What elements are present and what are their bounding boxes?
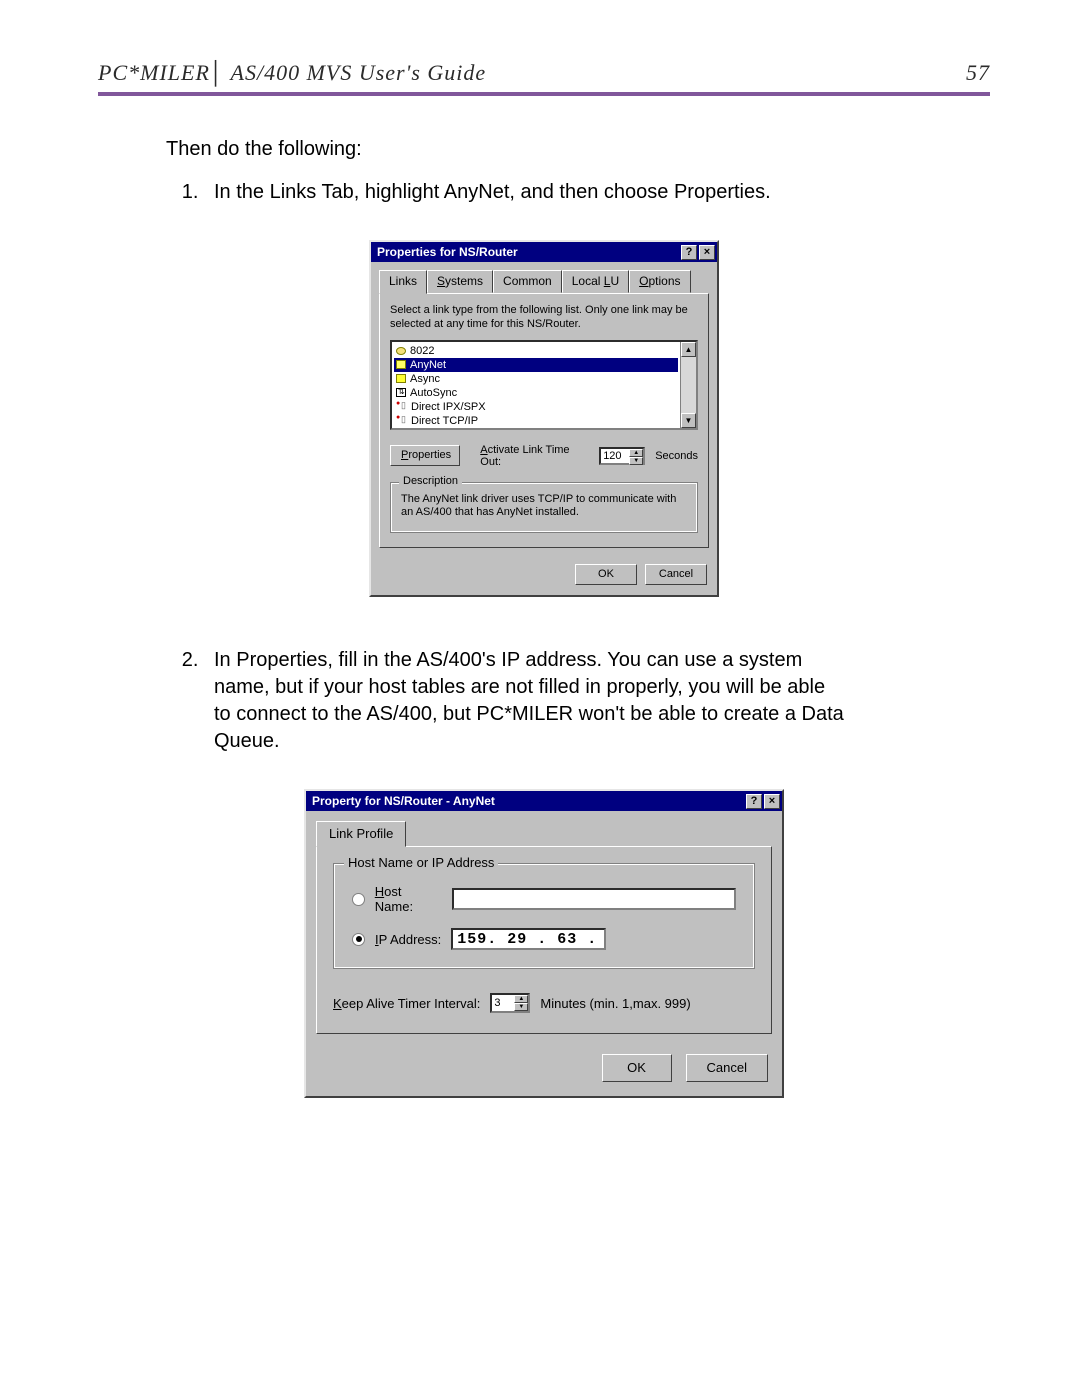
running-title: PC*MILER│ AS/400 MVS User's Guide	[98, 60, 486, 86]
scrollbar[interactable]: ▲ ▼	[680, 342, 696, 428]
ipx-icon	[396, 402, 407, 412]
tab-local-lu[interactable]: Local LU	[562, 270, 629, 293]
ok-button[interactable]: OK	[575, 564, 637, 585]
keepalive-input[interactable]	[492, 995, 514, 1011]
radio-hostname[interactable]	[352, 893, 365, 906]
tabs-row: Links Systems Common Local LU Options	[371, 262, 717, 293]
keepalive-spinner[interactable]: ▲▼	[490, 993, 530, 1013]
timeout-input[interactable]	[601, 449, 629, 463]
autosync-icon	[396, 388, 406, 397]
window-title: Properties for NS/Router	[377, 245, 679, 259]
cancel-button[interactable]: Cancel	[686, 1054, 768, 1082]
dialog-anynet-property: Property for NS/Router - AnyNet ? × Link…	[304, 789, 784, 1098]
page-number: 57	[966, 60, 990, 86]
intro-text: Then do the following:	[166, 136, 886, 163]
timeout-label: Activate Link Time Out:	[480, 444, 589, 468]
spin-up-icon[interactable]: ▲	[629, 449, 643, 457]
anynet-icon	[396, 360, 406, 369]
tab-panel-links: Select a link type from the following li…	[379, 293, 709, 548]
titlebar[interactable]: Properties for NS/Router ? ×	[371, 242, 717, 262]
scroll-up-icon[interactable]: ▲	[681, 342, 696, 357]
link-type-listbox[interactable]: 8022 AnyNet Async AutoSync Direct IPX/SP…	[390, 340, 698, 430]
step-1: In the Links Tab, highlight AnyNet, and …	[204, 179, 844, 206]
tcp-icon	[396, 416, 407, 426]
scroll-track[interactable]	[681, 357, 696, 413]
tab-link-profile[interactable]: Link Profile	[316, 821, 406, 847]
close-icon[interactable]: ×	[764, 794, 780, 809]
timeout-spinner[interactable]: ▲▼	[599, 447, 645, 465]
scroll-down-icon[interactable]: ▼	[681, 413, 696, 428]
tab-options[interactable]: Options	[629, 270, 690, 293]
list-item[interactable]: Direct TCP/IP	[394, 414, 678, 428]
hostname-input[interactable]	[452, 888, 736, 910]
list-item[interactable]: AnyNet	[394, 358, 678, 372]
host-or-ip-fieldset: Host Name or IP Address Host Name: IP Ad…	[333, 863, 755, 969]
spin-up-icon[interactable]: ▲	[514, 995, 528, 1003]
tab-systems[interactable]: Systems	[427, 270, 493, 293]
cancel-button[interactable]: Cancel	[645, 564, 707, 585]
ip-label: IP Address:	[375, 932, 441, 947]
ring-icon	[396, 347, 406, 355]
window-title: Property for NS/Router - AnyNet	[312, 794, 744, 808]
tab-common[interactable]: Common	[493, 270, 562, 293]
help-icon[interactable]: ?	[746, 794, 762, 809]
ok-button[interactable]: OK	[602, 1054, 672, 1082]
timeout-unit: Seconds	[655, 450, 698, 462]
header-rule	[98, 92, 990, 96]
list-item[interactable]: AutoSync	[394, 386, 678, 400]
instruction-text: Select a link type from the following li…	[390, 304, 698, 332]
keepalive-label: Keep Alive Timer Interval:	[333, 996, 480, 1011]
fieldset-legend: Host Name or IP Address	[344, 855, 498, 870]
description-text: The AnyNet link driver uses TCP/IP to co…	[401, 493, 687, 521]
spin-down-icon[interactable]: ▼	[629, 457, 643, 465]
hostname-label: Host Name:	[375, 884, 442, 914]
tab-panel-link-profile: Host Name or IP Address Host Name: IP Ad…	[316, 846, 772, 1034]
close-icon[interactable]: ×	[699, 245, 715, 260]
tab-links[interactable]: Links	[379, 270, 427, 294]
step-2: In Properties, fill in the AS/400's IP a…	[204, 647, 844, 755]
dialog-nsrouter-properties: Properties for NS/Router ? × Links Syste…	[369, 240, 719, 597]
description-legend: Description	[399, 475, 462, 487]
keepalive-unit: Minutes (min. 1,max. 999)	[540, 996, 690, 1011]
radio-ip[interactable]	[352, 933, 365, 946]
spin-down-icon[interactable]: ▼	[514, 1003, 528, 1011]
list-item[interactable]: 8022	[394, 344, 678, 358]
titlebar[interactable]: Property for NS/Router - AnyNet ? ×	[306, 791, 782, 811]
properties-button[interactable]: Properties	[390, 445, 460, 466]
ip-input[interactable]	[451, 928, 606, 950]
list-item[interactable]: Direct IPX/SPX	[394, 400, 678, 414]
description-fieldset: Description The AnyNet link driver uses …	[390, 482, 698, 534]
async-icon	[396, 374, 406, 383]
help-icon[interactable]: ?	[681, 245, 697, 260]
list-item[interactable]: Async	[394, 372, 678, 386]
